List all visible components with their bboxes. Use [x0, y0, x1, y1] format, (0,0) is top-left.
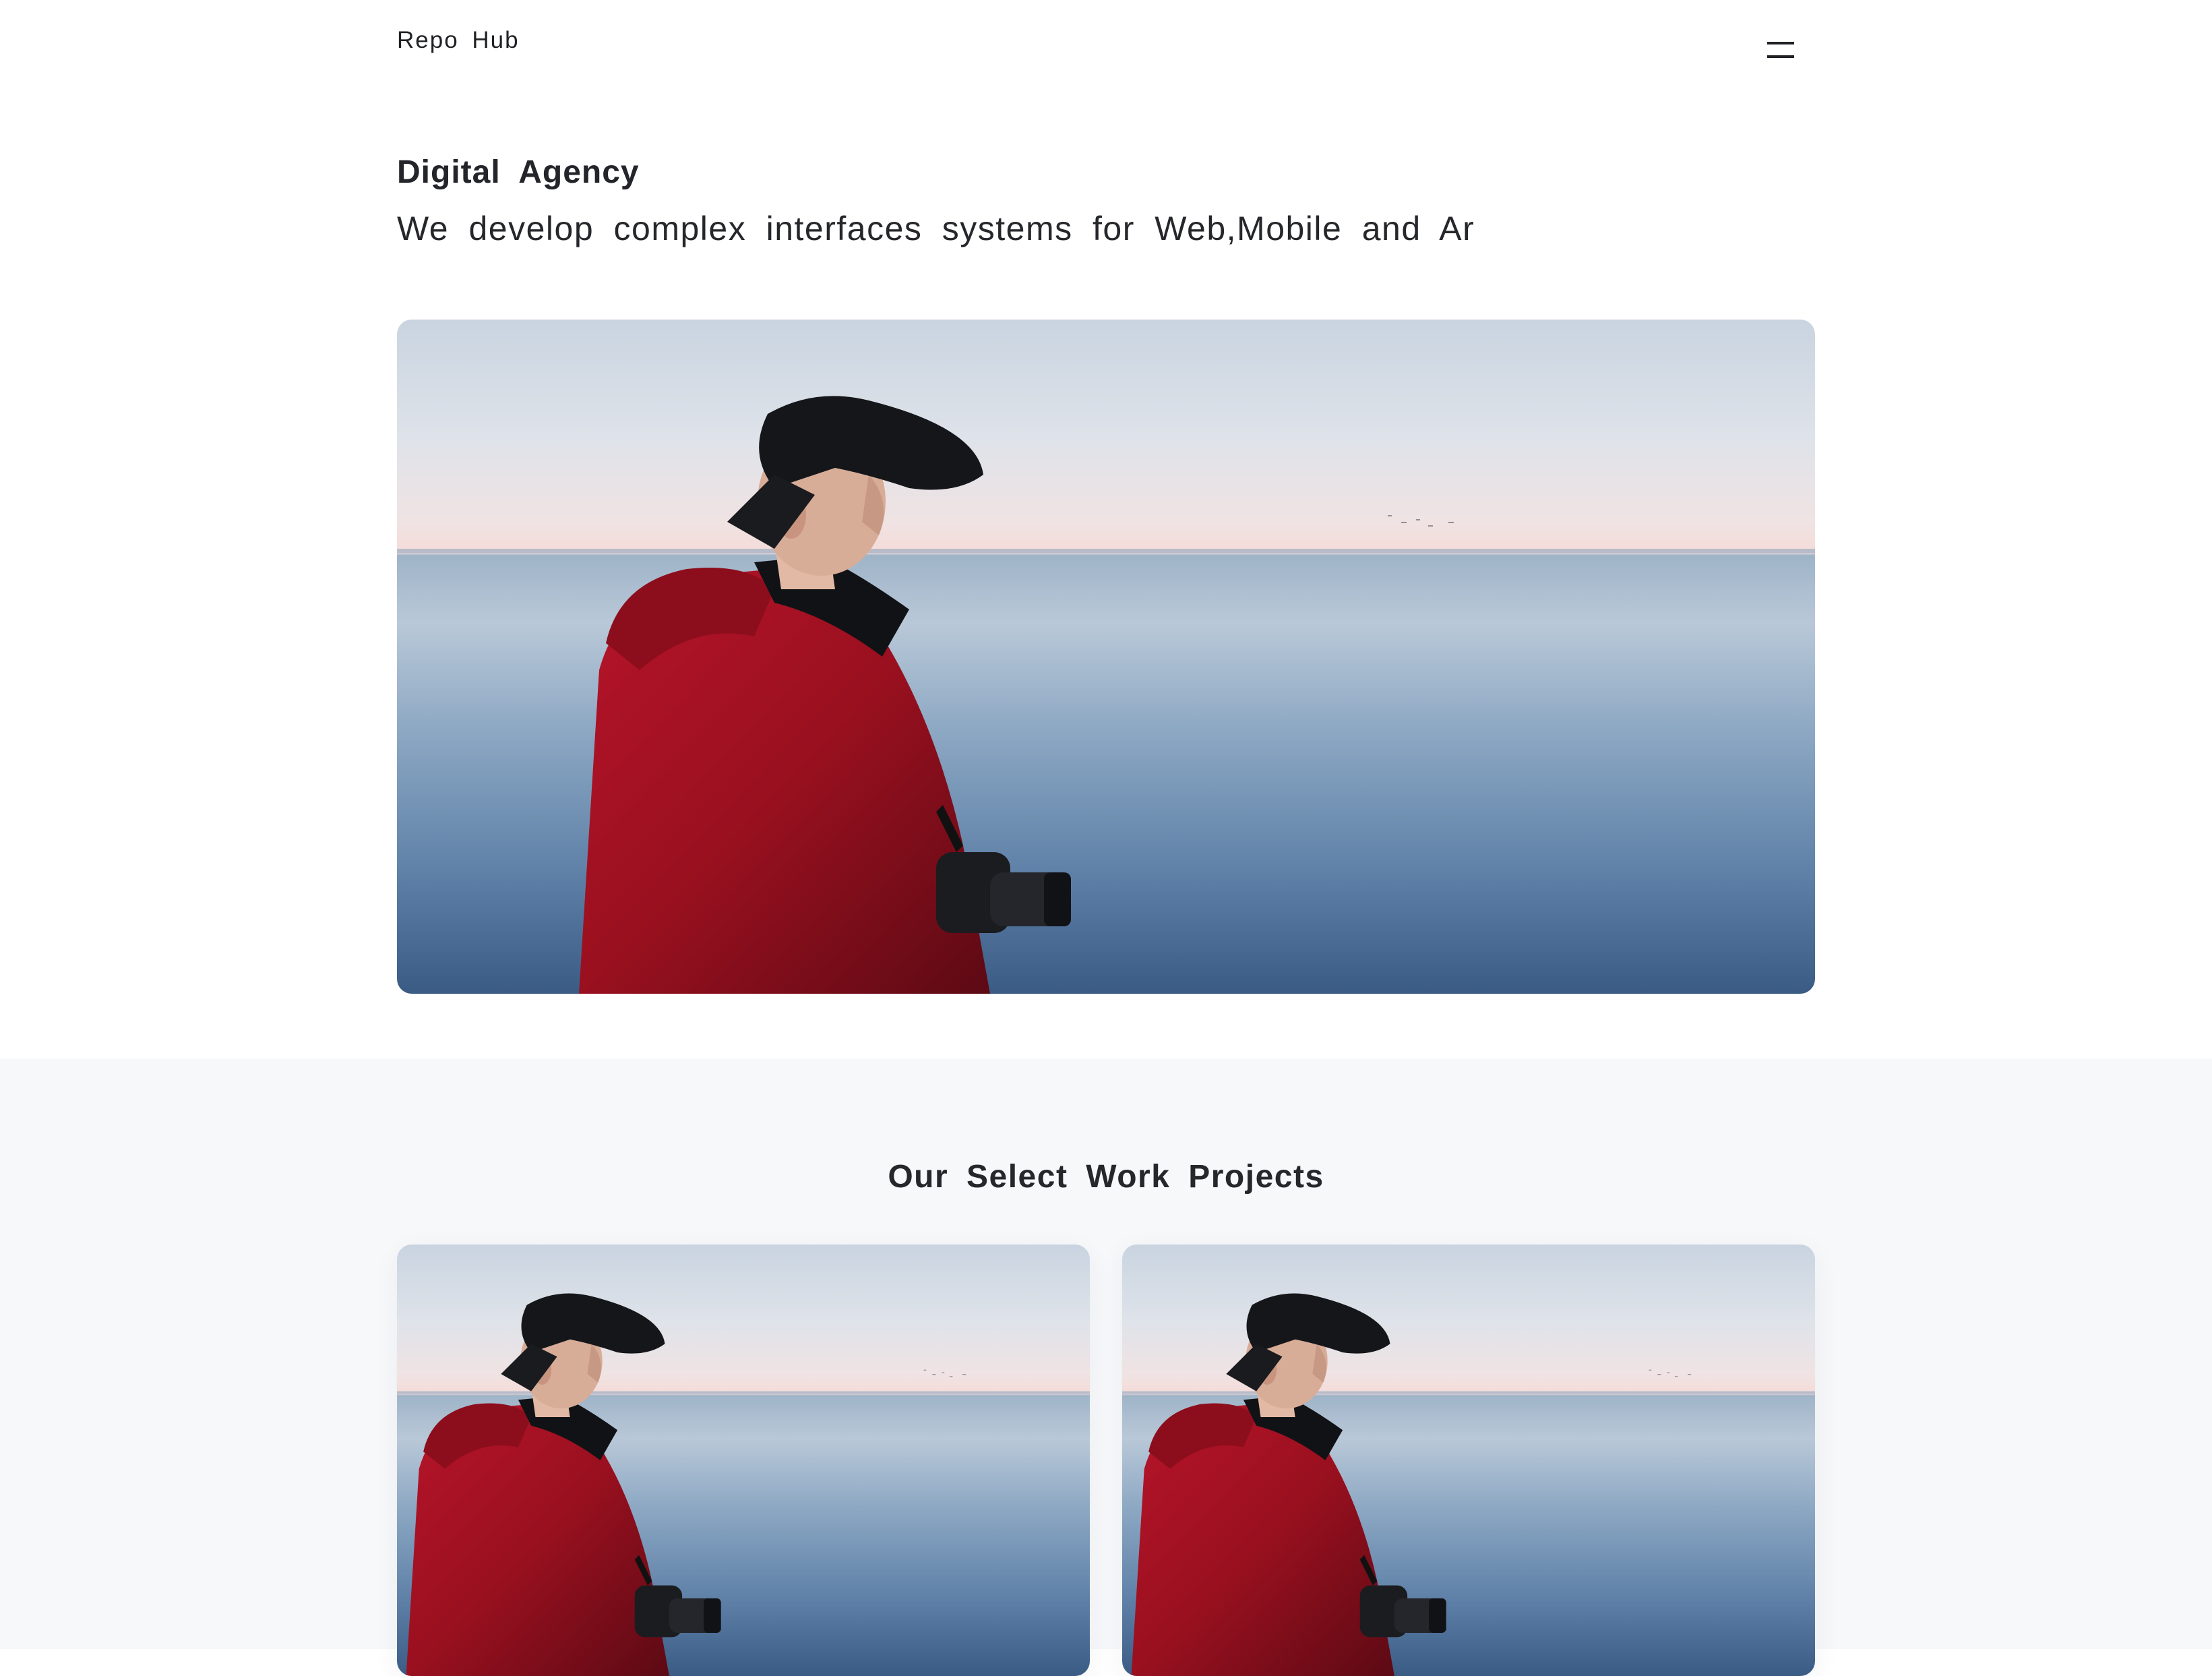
project-card[interactable] [1122, 1245, 1815, 1676]
menu-icon-bar [1767, 55, 1794, 58]
hero-photo-svg [397, 320, 1815, 994]
projects-section: Our Select Work Projects [0, 1058, 2212, 1649]
menu-icon-bar [1767, 42, 1794, 44]
brand-logo[interactable]: Repo Hub [397, 27, 520, 54]
hero-subtitle: We develop complex interfaces systems fo… [397, 210, 1475, 247]
hamburger-menu-icon[interactable] [1760, 35, 1801, 62]
hero-image [397, 320, 1815, 994]
projects-title: Our Select Work Projects [888, 1159, 1324, 1195]
project-card-image [1122, 1245, 1815, 1676]
project-card-image [397, 1245, 1090, 1676]
project-card[interactable] [397, 1245, 1090, 1676]
hero-title: Digital Agency [397, 154, 640, 190]
